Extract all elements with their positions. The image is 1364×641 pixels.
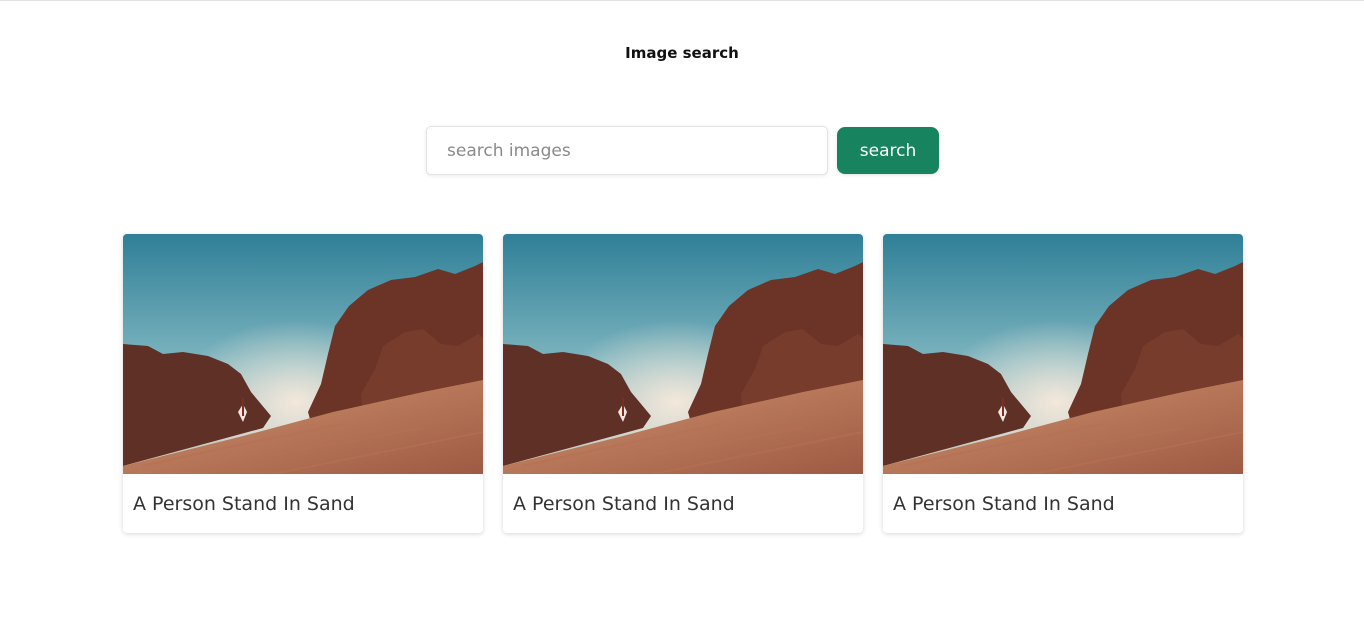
image-card[interactable]: A Person Stand In Sand — [503, 234, 863, 533]
desert-person-photo — [123, 234, 483, 474]
image-card[interactable]: A Person Stand In Sand — [123, 234, 483, 533]
search-form: search — [426, 126, 939, 175]
desert-person-photo — [883, 234, 1243, 474]
image-results-grid: A Person Stand In Sand A Person Stand In… — [123, 234, 1243, 533]
image-caption: A Person Stand In Sand — [893, 492, 1115, 515]
top-divider — [0, 0, 1364, 1]
search-button[interactable]: search — [837, 127, 939, 174]
search-input[interactable] — [426, 126, 828, 175]
desert-person-photo — [503, 234, 863, 474]
image-card[interactable]: A Person Stand In Sand — [883, 234, 1243, 533]
image-caption: A Person Stand In Sand — [133, 492, 355, 515]
image-caption: A Person Stand In Sand — [513, 492, 735, 515]
page-title: Image search — [625, 44, 739, 62]
